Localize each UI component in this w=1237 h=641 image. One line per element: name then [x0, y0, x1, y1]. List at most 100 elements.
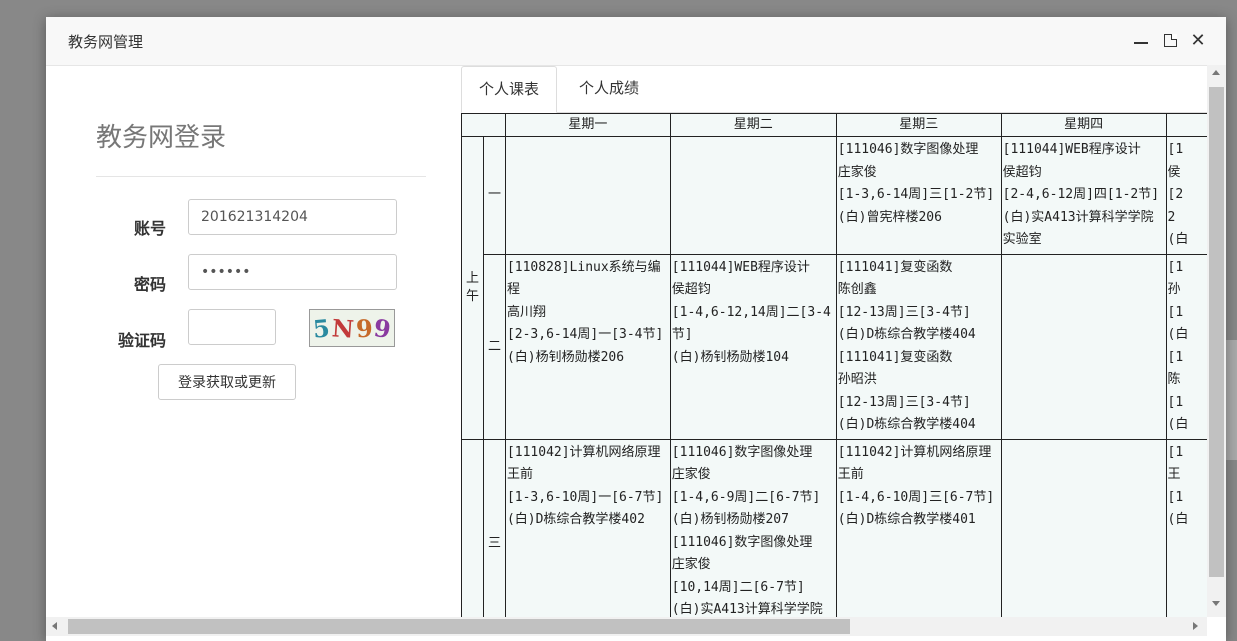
course-line: [1: [1167, 394, 1184, 410]
day-header: 星期二: [669, 113, 837, 137]
scroll-down-icon[interactable]: [1212, 601, 1220, 606]
course-line: [1-3,6-10周]一[6-7节]: [506, 489, 664, 505]
course-line: 庄家俊: [837, 164, 877, 180]
modal-window: 教务网管理 ✕ 教务网登录 账号 密码 验证码 5N99 登录获取或更新 个人课…: [46, 17, 1226, 641]
session-label: 一: [482, 136, 506, 255]
course-line: [1: [1167, 304, 1184, 320]
captcha-input[interactable]: [188, 309, 276, 345]
course-line: (白)D栋综合教学楼404: [837, 417, 976, 432]
course-cell: [1 孙 [1 (白 [1 陈 [1 (白: [1165, 253, 1211, 440]
course-line: 孙: [1167, 282, 1181, 297]
course-line: [111046]数字图像处理: [837, 142, 979, 157]
backdrop-edge: [1225, 340, 1237, 460]
course-line: (白)杨钊杨勋楼206: [506, 349, 625, 365]
day-header: 星期一: [504, 113, 671, 137]
course-line: (白)实A413计算科学学院: [1002, 209, 1154, 225]
vertical-scrollbar[interactable]: [1207, 65, 1226, 617]
course-line: [111044]WEB程序设计: [1002, 142, 1141, 157]
login-divider: [96, 176, 426, 177]
scroll-right-icon[interactable]: [1193, 622, 1198, 630]
course-line: [1: [1167, 489, 1184, 505]
course-line: [111041]复变函数: [837, 259, 953, 275]
course-cell: [1 王 [1 (白: [1165, 438, 1211, 617]
course-cell: [111042]计算机网络原理 王前 [1-4,6-10周]三[6-7节] (白)D栋…: [835, 438, 1002, 617]
course-line: 侯超钧: [1002, 164, 1042, 180]
course-line: [1: [1167, 142, 1184, 157]
course-line: 庄家俊: [671, 467, 711, 482]
course-line: 陈: [1167, 372, 1181, 387]
course-line: [2: [1167, 187, 1184, 202]
course-line: [110828]Linux系统与编: [506, 259, 661, 275]
maximize-button[interactable]: [1158, 27, 1182, 53]
close-button[interactable]: ✕: [1186, 27, 1210, 53]
period-label-empty: [461, 438, 484, 617]
vertical-scroll-thumb[interactable]: [1209, 87, 1224, 577]
course-line: 王前: [837, 467, 864, 482]
course-cell: [669, 136, 837, 255]
course-line: [111046]数字图像处理: [671, 444, 813, 460]
password-input[interactable]: [188, 254, 397, 290]
captcha-label: 验证码: [117, 331, 166, 350]
course-line: 孙昭洪: [837, 372, 877, 387]
course-cell: [111044]WEB程序设计 侯超钧 [2-4,6-12周]四[1-2节] (白)实…: [1000, 136, 1167, 255]
login-submit-button[interactable]: 登录获取或更新: [158, 364, 296, 400]
timetable-row: 三 [111042]计算机网络原理 王前 [1-3,6-10周]一[6-7节] (白)…: [461, 438, 1211, 617]
day-header: 星期四: [1000, 113, 1167, 137]
course-line: [111041]复变函数: [837, 349, 953, 365]
course-cell: [111046]数字图像处理 庄家俊 [1-4,6-9周]二[6-7节] (白)杨钊杨…: [669, 438, 837, 617]
captcha-image[interactable]: 5N99: [309, 309, 395, 347]
course-line: [111044]WEB程序设计: [671, 259, 810, 275]
course-cell: [111046]数字图像处理 庄家俊 [1-3,6-14周]三[1-2节] (白)曾宪…: [835, 136, 1002, 255]
period-label: 上午: [461, 136, 484, 440]
timetable-header-row: 星期一 星期二 星期三 星期四: [461, 113, 1211, 137]
course-cell: [1000, 253, 1167, 440]
modal-titlebar: 教务网管理 ✕: [46, 17, 1226, 66]
account-label: 账号: [133, 219, 166, 238]
course-line: [111042]计算机网络原理: [506, 444, 661, 460]
course-line: 程: [506, 282, 520, 297]
course-cell: [111041]复变函数 陈创鑫 [12-13周]三[3-4节] (白)D栋综合教学楼…: [835, 253, 1002, 440]
course-line: [1-4,6-10周]三[6-7节]: [837, 489, 995, 505]
minimize-button[interactable]: [1129, 27, 1153, 53]
course-line: [1: [1167, 349, 1184, 365]
course-line: [1: [1167, 259, 1184, 275]
course-line: 侯: [1167, 164, 1181, 180]
modal-title: 教务网管理: [68, 33, 144, 51]
timetable-row: 上午 一 [111046]数字图像处理 庄家俊 [1-3,6-14周]三[1-2节]…: [461, 136, 1211, 440]
timetable-row: 二 [110828]Linux系统与编程高川翔 [2-3,6-14周]一[3-4节…: [462, 253, 1211, 440]
course-line: 庄家俊: [671, 557, 711, 572]
course-line: 实验室: [1002, 232, 1042, 247]
course-line: 节]: [671, 327, 693, 342]
day-header: 星期三: [835, 113, 1002, 137]
course-line: [2-3,6-14周]一[3-4节]: [506, 327, 664, 342]
course-line: 侯超钧: [671, 282, 711, 297]
course-cell: [504, 136, 671, 255]
course-cell: [1 侯 [2 2 (白: [1165, 136, 1211, 255]
course-line: (白)D栋综合教学楼401: [837, 512, 976, 527]
course-line: [1-4,6-9周]二[6-7节]: [671, 489, 821, 505]
login-heading: 教务网登录: [96, 123, 227, 153]
horizontal-scroll-thumb[interactable]: [68, 619, 850, 634]
content-panel: 个人课表 个人成绩 星期一 星期二 星期三 星期四 上午 一 [111046]数…: [461, 65, 1211, 617]
tab-grades[interactable]: 个人成绩: [562, 66, 656, 111]
course-line: [2-4,6-12周]四[1-2节]: [1002, 187, 1160, 202]
course-line: (白)杨钊杨勋楼207: [671, 512, 789, 527]
course-line: (白: [1167, 417, 1189, 432]
tab-bar: 个人课表 个人成绩: [461, 65, 1211, 113]
course-line: (白)曾宪梓楼206: [837, 209, 942, 225]
course-line: [12-13周]三[3-4节]: [837, 394, 971, 410]
password-label: 密码: [133, 275, 166, 294]
scroll-left-icon[interactable]: [52, 622, 57, 630]
tab-timetable[interactable]: 个人课表: [461, 66, 558, 113]
account-input[interactable]: [188, 199, 397, 235]
horizontal-scrollbar[interactable]: [46, 617, 1207, 636]
timetable: 星期一 星期二 星期三 星期四 上午 一 [111046]数字图像处理 庄家俊 [1…: [461, 113, 1211, 617]
course-line: [111046]数字图像处理: [671, 534, 813, 550]
course-line: (白: [1167, 232, 1189, 247]
course-line: [1-4,6-12,14周]二[3-4: [671, 304, 831, 320]
minimize-icon: [1134, 42, 1148, 44]
scroll-up-icon[interactable]: [1212, 70, 1220, 75]
course-line: 王前: [506, 467, 533, 482]
course-line: 王: [1167, 467, 1181, 482]
course-cell: [1000, 438, 1167, 617]
